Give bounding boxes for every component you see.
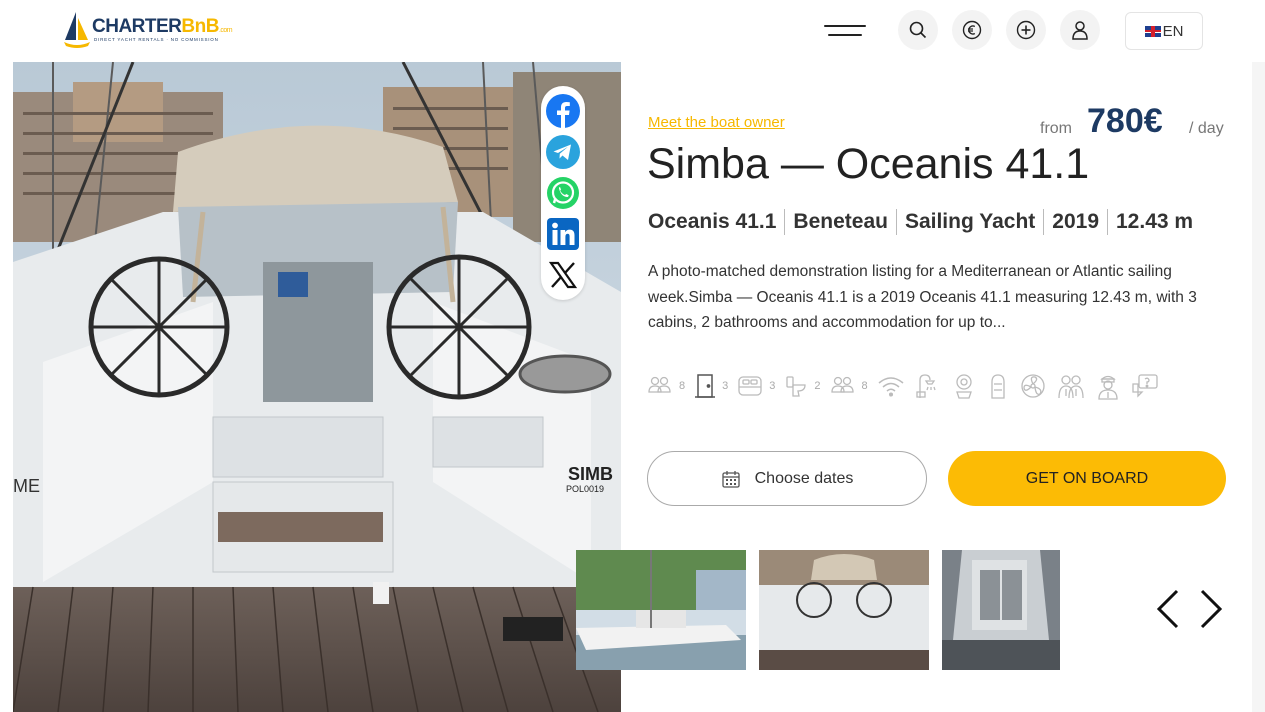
share-telegram[interactable] bbox=[545, 134, 581, 170]
gallery-next-button[interactable] bbox=[1196, 585, 1226, 633]
linkedin-icon bbox=[547, 218, 579, 251]
door-icon bbox=[695, 374, 716, 398]
gallery-prev-button[interactable] bbox=[1153, 585, 1183, 633]
charterbnb-logo[interactable]: CHARTERBnB.com DIRECT YACHT RENTALS · NO… bbox=[62, 10, 252, 50]
amenity-dinghy bbox=[986, 372, 1010, 400]
spec-model: Oceanis 41.1 bbox=[648, 210, 777, 233]
amenity-guests-count: 8 bbox=[679, 380, 686, 392]
chevron-left-icon bbox=[1156, 589, 1179, 629]
price-from-label: from bbox=[1040, 120, 1072, 137]
facebook-icon bbox=[546, 93, 580, 128]
amenity-wifi bbox=[877, 374, 905, 398]
site-header: CHARTERBnB.com DIRECT YACHT RENTALS · NO… bbox=[0, 0, 1265, 62]
gallery-thumbnail-3[interactable] bbox=[942, 550, 1060, 670]
listing-description: A photo-matched demonstration listing fo… bbox=[648, 263, 1197, 331]
amenity-chat bbox=[1130, 372, 1160, 400]
amenity-people-count: 8 bbox=[861, 380, 868, 392]
search-icon bbox=[909, 21, 927, 39]
sailboat-logo-icon bbox=[64, 12, 90, 48]
logo-tagline: DIRECT YACHT RENTALS · NO COMMISSION bbox=[94, 37, 219, 42]
stern-reg-text: POL0019 bbox=[566, 484, 604, 494]
price-unit-label: / day bbox=[1189, 120, 1224, 137]
thumbnail-cockpit-image bbox=[759, 550, 929, 670]
guests-icon bbox=[648, 376, 671, 393]
amenity-toilets: 2 bbox=[784, 374, 821, 398]
share-whatsapp[interactable] bbox=[545, 175, 581, 211]
euro-icon bbox=[962, 20, 982, 40]
amenity-toilets-count: 2 bbox=[814, 380, 821, 392]
plus-icon bbox=[1016, 20, 1036, 40]
spec-brand: Beneteau bbox=[793, 210, 888, 233]
spec-length: 12.43 m bbox=[1116, 210, 1194, 233]
spec-row: Oceanis 41.1 Beneteau Sailing Yacht 2019… bbox=[648, 208, 1193, 236]
toilet-icon bbox=[786, 376, 807, 397]
get-on-board-button[interactable]: GET ON BOARD bbox=[948, 451, 1226, 506]
listing-title: Simba — Oceanis 41.1 bbox=[647, 140, 1090, 188]
amenity-buoy bbox=[951, 372, 977, 400]
amenities-row: 8 3 3 2 8 bbox=[647, 370, 1169, 402]
amenity-cabins-count: 3 bbox=[722, 380, 729, 392]
language-selector[interactable]: EN bbox=[1125, 12, 1203, 50]
hull-side-text: ME bbox=[13, 476, 40, 496]
amenity-beds: 3 bbox=[737, 374, 775, 398]
share-x[interactable] bbox=[545, 257, 581, 293]
choose-dates-button[interactable]: Choose dates bbox=[647, 451, 927, 506]
menu-button[interactable] bbox=[824, 22, 866, 40]
choose-dates-label: Choose dates bbox=[754, 469, 854, 487]
shower-icon bbox=[915, 374, 936, 398]
gallery-thumbnail-2[interactable] bbox=[759, 550, 929, 670]
telegram-icon bbox=[546, 134, 580, 169]
language-label: EN bbox=[1162, 22, 1184, 40]
fan-icon bbox=[1020, 374, 1045, 398]
amenity-beds-count: 3 bbox=[769, 380, 776, 392]
thumbnail-boat-side-image bbox=[576, 550, 746, 670]
spec-type: Sailing Yacht bbox=[904, 210, 1036, 233]
dinghy-icon bbox=[990, 374, 1005, 399]
share-linkedin[interactable] bbox=[545, 216, 581, 252]
uk-flag-icon bbox=[1144, 25, 1161, 37]
search-button[interactable] bbox=[898, 10, 938, 50]
currency-button[interactable] bbox=[952, 10, 992, 50]
stern-name-text: SIMB bbox=[568, 464, 613, 484]
boat-cockpit-image: SIMB POL0019 ME bbox=[13, 62, 621, 712]
user-icon bbox=[1072, 21, 1088, 40]
calendar-icon bbox=[721, 470, 740, 488]
meet-owner-link[interactable]: Meet the boat owner bbox=[648, 114, 785, 131]
thumbnail-interior-image bbox=[942, 550, 1060, 670]
bed-icon bbox=[738, 376, 762, 396]
buoy-icon bbox=[955, 374, 972, 399]
crew-icon bbox=[1057, 375, 1084, 399]
add-listing-button[interactable] bbox=[1006, 10, 1046, 50]
chevron-right-icon bbox=[1200, 589, 1223, 629]
whatsapp-icon bbox=[547, 176, 579, 209]
share-bar bbox=[541, 86, 585, 300]
amenity-shower bbox=[914, 372, 942, 400]
main-boat-photo[interactable]: SIMB POL0019 ME bbox=[13, 62, 621, 712]
spec-year: 2019 bbox=[1052, 210, 1099, 233]
share-facebook[interactable] bbox=[545, 93, 581, 129]
account-button[interactable] bbox=[1060, 10, 1100, 50]
chat-icon bbox=[1131, 374, 1158, 398]
x-icon bbox=[548, 262, 578, 289]
amenity-skipper bbox=[1095, 372, 1121, 400]
amenity-fan bbox=[1019, 372, 1047, 400]
amenity-cabins: 3 bbox=[694, 373, 728, 399]
skipper-icon bbox=[1097, 375, 1118, 400]
page-edge-panel bbox=[1252, 62, 1265, 712]
amenity-guests: 8 bbox=[647, 374, 685, 398]
logo-wordmark: CHARTERBnB.com bbox=[92, 16, 233, 37]
gallery-thumbnail-1[interactable] bbox=[576, 550, 746, 670]
wifi-icon bbox=[878, 377, 904, 397]
price-value: 780€ bbox=[1087, 102, 1163, 140]
menu-icon bbox=[824, 25, 866, 27]
amenity-crew bbox=[1056, 372, 1086, 400]
people-icon bbox=[830, 376, 854, 393]
amenity-people: 8 bbox=[830, 374, 868, 398]
